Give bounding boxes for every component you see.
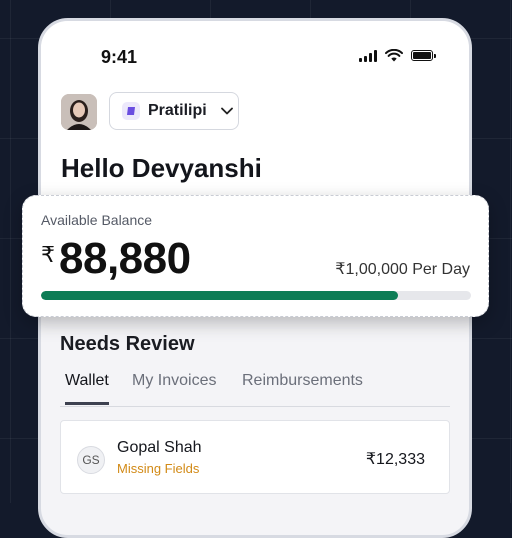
battery-icon [411, 50, 436, 61]
status-time: 9:41 [101, 47, 138, 67]
status-icons [359, 49, 436, 62]
tab-wallet[interactable]: Wallet [65, 372, 109, 405]
balance-label: Available Balance [41, 212, 153, 228]
list-item[interactable]: GS Gopal Shah Missing Fields ₹12,333 [60, 420, 450, 494]
balance-progress-fill [41, 291, 398, 300]
balance-progress [41, 291, 471, 300]
item-name: Gopal Shah [117, 439, 202, 456]
org-logo-icon [122, 102, 140, 120]
balance-amount: 88,880 [59, 234, 191, 283]
org-name: Pratilipi [148, 102, 207, 119]
chevron-down-icon [220, 107, 233, 115]
tab-reimbursements[interactable]: Reimbursements [242, 372, 363, 402]
balance-card: Available Balance ₹ 88,880 ₹1,00,000 Per… [22, 195, 489, 317]
greeting: Hello Devyanshi [61, 153, 262, 183]
wifi-icon [385, 49, 403, 62]
daily-limit: ₹1,00,000 Per Day [335, 261, 470, 278]
tab-my-invoices[interactable]: My Invoices [132, 372, 216, 402]
section-title: Needs Review [60, 333, 195, 355]
currency-symbol: ₹ [41, 242, 55, 267]
item-amount: ₹12,333 [365, 451, 425, 468]
review-tabs: Wallet My Invoices Reimbursements [60, 372, 450, 407]
signal-icon [359, 49, 377, 62]
avatar[interactable] [61, 94, 97, 130]
avatar-initials: GS [77, 446, 105, 474]
org-switcher[interactable]: Pratilipi [109, 92, 239, 130]
item-status: Missing Fields [117, 461, 200, 476]
